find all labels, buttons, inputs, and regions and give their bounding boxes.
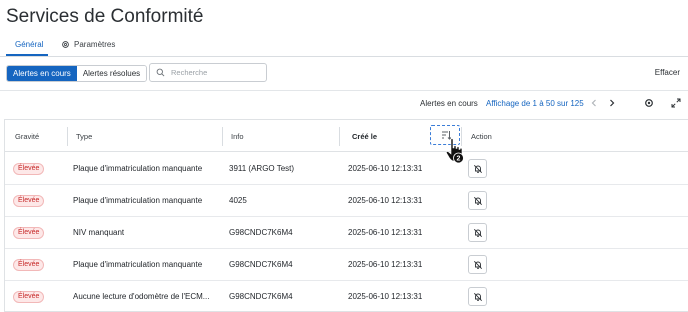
active-tab-indicator [6, 54, 48, 56]
severity-badge: Élevée [13, 259, 45, 271]
created-cell: 2025-06-10 12:13:31 [348, 228, 423, 237]
created-cell: 2025-06-10 12:13:31 [348, 292, 423, 301]
table-settings-gear-icon[interactable] [644, 98, 654, 108]
type-cell: Aucune lecture d'odomètre de l'ECM... [73, 292, 210, 301]
tab-general-label: Général [15, 40, 44, 49]
chevron-right-icon[interactable] [607, 97, 617, 109]
clear-button[interactable]: Effacer [655, 68, 680, 77]
table-status-bar: Alertes en cours Affichage de 1 à 50 sur… [0, 95, 688, 113]
table-header: Gravité Type Info Créé le Action [5, 120, 688, 152]
type-cell: NIV manquant [73, 228, 125, 237]
divider [0, 90, 688, 91]
type-cell: Plaque d'immatriculation manquante [73, 260, 203, 269]
filter-toolbar: Alertes en cours Alertes résolues Recher… [0, 63, 688, 83]
page-title: Services de Conformité [6, 6, 204, 27]
bell-off-icon [473, 228, 482, 237]
resolved-alerts-button[interactable]: Alertes résolues [76, 66, 147, 81]
search-placeholder: Recherche [171, 68, 208, 77]
table-row[interactable]: Élevée NIV manquant G98CNDC7K6M4 2025-06… [5, 217, 688, 249]
chevron-left-icon[interactable] [589, 97, 599, 109]
column-divider[interactable] [67, 127, 68, 146]
mute-alert-button[interactable] [468, 287, 487, 306]
info-cell: G98CNDC7K6M4 [229, 292, 293, 301]
created-cell: 2025-06-10 12:13:31 [348, 164, 423, 173]
mute-alert-button[interactable] [468, 159, 487, 178]
alert-status-toggle: Alertes en cours Alertes résolues [6, 65, 148, 82]
mute-alert-button[interactable] [468, 223, 487, 242]
header-type[interactable]: Type [76, 132, 92, 141]
pagination-info: Affichage de 1 à 50 sur 125 [486, 99, 584, 108]
table-row[interactable]: Élevée Plaque d'immatriculation manquant… [5, 185, 688, 217]
header-cree-le[interactable]: Créé le [352, 132, 377, 141]
active-alerts-button[interactable]: Alertes en cours [7, 66, 77, 81]
bell-off-icon [473, 164, 482, 173]
info-cell: 4025 [229, 196, 247, 205]
bell-off-icon [473, 196, 482, 205]
mute-alert-button[interactable] [468, 191, 487, 210]
alerts-table: Gravité Type Info Créé le Action 2 Élevé… [4, 119, 688, 312]
header-info[interactable]: Info [231, 132, 244, 141]
info-cell: G98CNDC7K6M4 [229, 228, 293, 237]
info-cell: 3911 (ARGO Test) [229, 164, 295, 173]
column-divider[interactable] [222, 127, 223, 146]
header-gravite[interactable]: Gravité [15, 132, 39, 141]
severity-badge: Élevée [13, 163, 45, 175]
bell-off-icon [473, 292, 482, 301]
created-cell: 2025-06-10 12:13:31 [348, 260, 423, 269]
mute-alert-button[interactable] [468, 255, 487, 274]
expand-icon[interactable] [671, 98, 681, 108]
tab-bar: Général Paramètres [0, 38, 688, 57]
bell-off-icon [473, 260, 482, 269]
severity-badge: Élevée [13, 195, 45, 207]
search-input[interactable]: Recherche [149, 63, 267, 82]
tab-parametres-label: Paramètres [74, 40, 116, 49]
column-divider[interactable] [339, 127, 340, 146]
type-cell: Plaque d'immatriculation manquante [73, 196, 203, 205]
gear-icon [62, 41, 69, 48]
table-row[interactable]: Élevée Aucune lecture d'odomètre de l'EC… [5, 281, 688, 312]
header-action: Action [471, 132, 492, 141]
type-cell: Plaque d'immatriculation manquante [73, 164, 203, 173]
tab-general[interactable]: Général [15, 40, 43, 49]
table-row[interactable]: Élevée Plaque d'immatriculation manquant… [5, 249, 688, 281]
table-row[interactable]: Élevée Plaque d'immatriculation manquant… [5, 153, 688, 185]
current-view-label: Alertes en cours [420, 99, 478, 108]
search-icon [156, 68, 165, 77]
info-cell: G98CNDC7K6M4 [229, 260, 293, 269]
tab-parametres[interactable]: Paramètres [61, 40, 115, 49]
severity-badge: Élevée [13, 291, 45, 303]
severity-badge: Élevée [13, 227, 45, 239]
created-cell: 2025-06-10 12:13:31 [348, 196, 423, 205]
